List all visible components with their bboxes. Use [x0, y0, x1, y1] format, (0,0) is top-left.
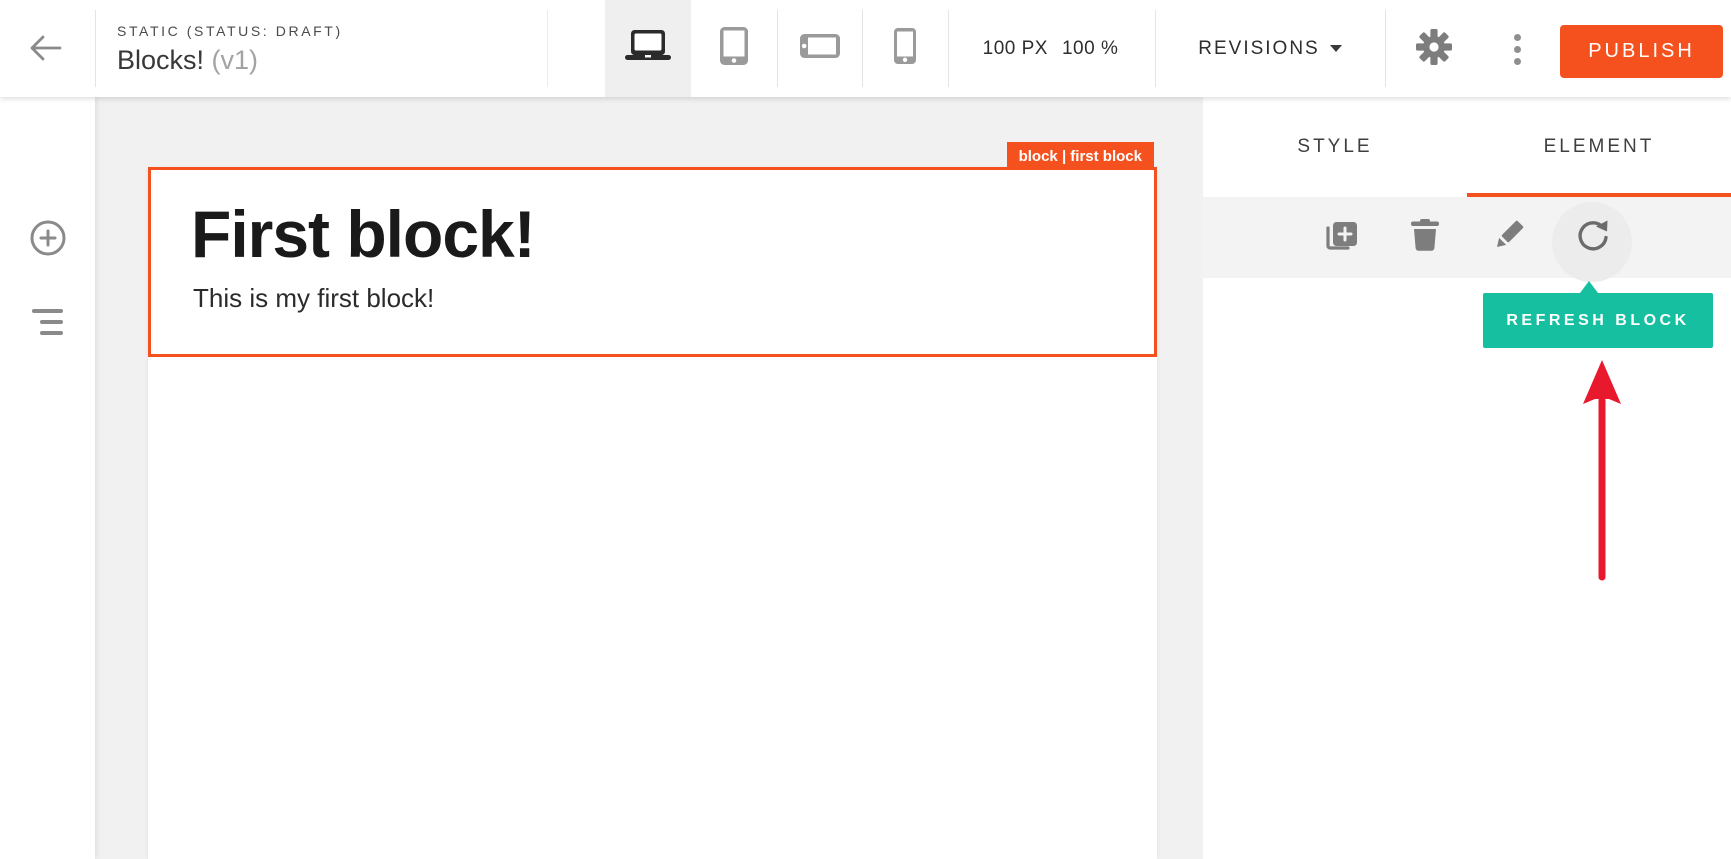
duplicate-icon — [1322, 216, 1360, 259]
block-selection-tag: block | first block — [1007, 142, 1154, 170]
tab-style[interactable]: STYLE — [1203, 97, 1467, 197]
add-circle-icon — [29, 219, 67, 262]
topbar-divider — [777, 10, 778, 87]
arrow-left-icon — [28, 33, 64, 68]
topbar-divider — [862, 10, 863, 87]
duplicate-block-button[interactable] — [1299, 197, 1383, 278]
page-builder-app: STATIC (STATUS: DRAFT) Blocks! (v1) — [0, 0, 1731, 859]
preview-page: block | first block First block! This is… — [148, 167, 1157, 859]
topbar-divider — [547, 10, 548, 87]
add-block-button[interactable] — [0, 210, 95, 270]
block-body-text: This is my first block! — [193, 283, 434, 314]
topbar-divider — [1385, 10, 1386, 87]
tablet-portrait-icon — [720, 27, 748, 70]
page-title: Blocks! (v1) — [117, 45, 343, 76]
left-sidebar — [0, 97, 95, 859]
kebab-vertical-icon — [1514, 34, 1521, 65]
outline-list-icon — [32, 309, 63, 335]
gear-icon — [1414, 27, 1454, 72]
block-heading: First block! — [191, 196, 535, 272]
settings-button[interactable] — [1413, 28, 1455, 70]
tablet-landscape-icon — [800, 34, 840, 63]
caret-down-icon — [1330, 45, 1342, 52]
device-tablet-landscape-button[interactable] — [777, 0, 863, 97]
inspector-panel: STYLE ELEMENT — [1203, 97, 1731, 859]
edit-block-button[interactable] — [1467, 197, 1551, 278]
viewport-width-value: 100 PX — [983, 38, 1048, 60]
device-tablet-portrait-button[interactable] — [691, 0, 777, 97]
trash-icon — [1411, 219, 1439, 256]
selected-block[interactable]: block | first block First block! This is… — [148, 167, 1157, 357]
inspector-tabs: STYLE ELEMENT — [1203, 97, 1731, 197]
revisions-dropdown[interactable]: REVISIONS — [1155, 0, 1385, 97]
refresh-block-tooltip: REFRESH BLOCK — [1483, 293, 1713, 348]
viewport-size-readout: 100 PX 100 % — [946, 0, 1155, 97]
document-status: STATIC (STATUS: DRAFT) — [117, 23, 343, 39]
publish-button[interactable]: PUBLISH — [1560, 25, 1723, 78]
viewport-zoom-value: 100 % — [1062, 38, 1118, 60]
phone-portrait-icon — [894, 28, 916, 69]
editor-canvas: block | first block First block! This is… — [95, 97, 1203, 859]
element-toolbar — [1203, 197, 1731, 278]
tooltip-label: REFRESH BLOCK — [1506, 312, 1689, 330]
device-laptop-button[interactable] — [605, 0, 691, 97]
device-phone-button[interactable] — [862, 0, 948, 97]
page-version: (v1) — [212, 45, 259, 75]
edit-pencil-icon — [1491, 217, 1527, 258]
document-info: STATIC (STATUS: DRAFT) Blocks! (v1) — [117, 23, 343, 76]
back-button[interactable] — [24, 28, 68, 72]
tooltip-notch — [1580, 281, 1598, 293]
page-title-text: Blocks! — [117, 45, 204, 75]
topbar: STATIC (STATUS: DRAFT) Blocks! (v1) — [0, 0, 1731, 97]
page-outline-button[interactable] — [0, 292, 95, 352]
refresh-block-button[interactable] — [1551, 197, 1635, 278]
delete-block-button[interactable] — [1383, 197, 1467, 278]
more-options-button[interactable] — [1496, 28, 1538, 70]
laptop-icon — [624, 30, 672, 67]
tab-element[interactable]: ELEMENT — [1467, 97, 1731, 197]
topbar-divider — [95, 10, 96, 87]
refresh-icon — [1574, 216, 1612, 259]
revisions-label: REVISIONS — [1198, 38, 1319, 60]
